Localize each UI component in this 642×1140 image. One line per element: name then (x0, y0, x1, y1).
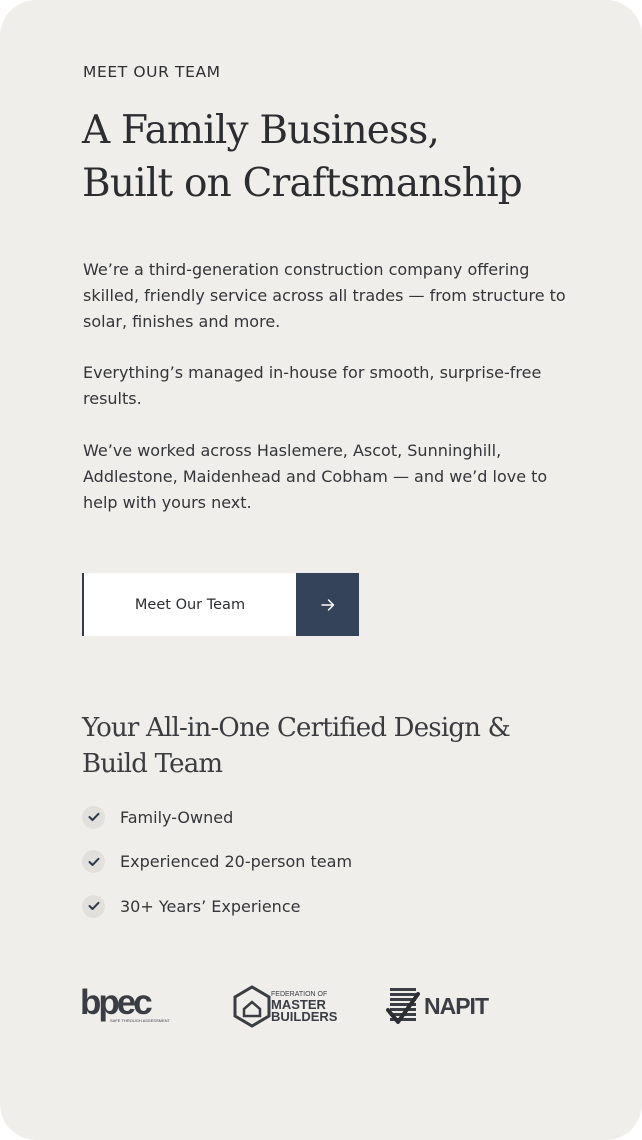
federation-of-master-builders-logo: FEDERATION OF MASTER BUILDERS (233, 985, 338, 1028)
intro-paragraph: We’re a third-generation construction co… (83, 260, 566, 331)
feature-item: Experienced 20-person team (82, 850, 352, 874)
check-icon (82, 805, 105, 829)
inhouse-paragraph: Everything’s managed in-house for smooth… (83, 363, 542, 408)
check-icon (82, 894, 105, 918)
certified-team-heading-line-1: Your All-in-One Certified Design & (82, 713, 511, 743)
napit-logo: NAPIT (386, 988, 490, 1024)
bpec-logo: bpec SAFE THROUGH ASSESSMENT (80, 983, 170, 1023)
locations-paragraph: We’ve worked across Haslemere, Ascot, Su… (83, 441, 548, 512)
meet-our-team-button-label[interactable]: Meet Our Team (82, 573, 296, 636)
feature-list: Family-Owned Experienced 20-person team … (82, 805, 352, 939)
feature-label: Experienced 20-person team (120, 852, 353, 871)
check-icon (82, 850, 105, 873)
svg-text:SAFE THROUGH ASSESSMENT: SAFE THROUGH ASSESSMENT (110, 1018, 170, 1023)
accreditation-logos: bpec SAFE THROUGH ASSESSMENT FEDERATION … (80, 982, 500, 1030)
section-eyebrow: MEET OUR TEAM (83, 63, 221, 81)
certified-team-heading-line-2: Build Team (82, 749, 223, 779)
arrow-right-icon (320, 598, 334, 611)
page-title-line-2: Built on Craftsmanship (82, 161, 523, 206)
cta-arrow-box[interactable] (296, 573, 359, 636)
feature-item: Family-Owned (82, 805, 352, 829)
feature-item: 30+ Years’ Experience (82, 894, 352, 918)
svg-text:NAPIT: NAPIT (424, 993, 489, 1019)
svg-text:BUILDERS: BUILDERS (271, 1009, 338, 1024)
meet-our-team-button[interactable]: Meet Our Team (82, 573, 361, 636)
page-title-line-1: A Family Business, (82, 108, 440, 153)
page-title: A Family Business, Built on Craftsmanshi… (82, 104, 602, 210)
meet-our-team-section: MEET OUR TEAM A Family Business, Built o… (0, 0, 642, 1140)
certified-team-heading: Your All-in-One Certified Design & Build… (82, 710, 602, 782)
feature-label: 30+ Years’ Experience (120, 896, 301, 916)
feature-label: Family-Owned (120, 807, 234, 827)
svg-text:bpec: bpec (80, 983, 152, 1022)
